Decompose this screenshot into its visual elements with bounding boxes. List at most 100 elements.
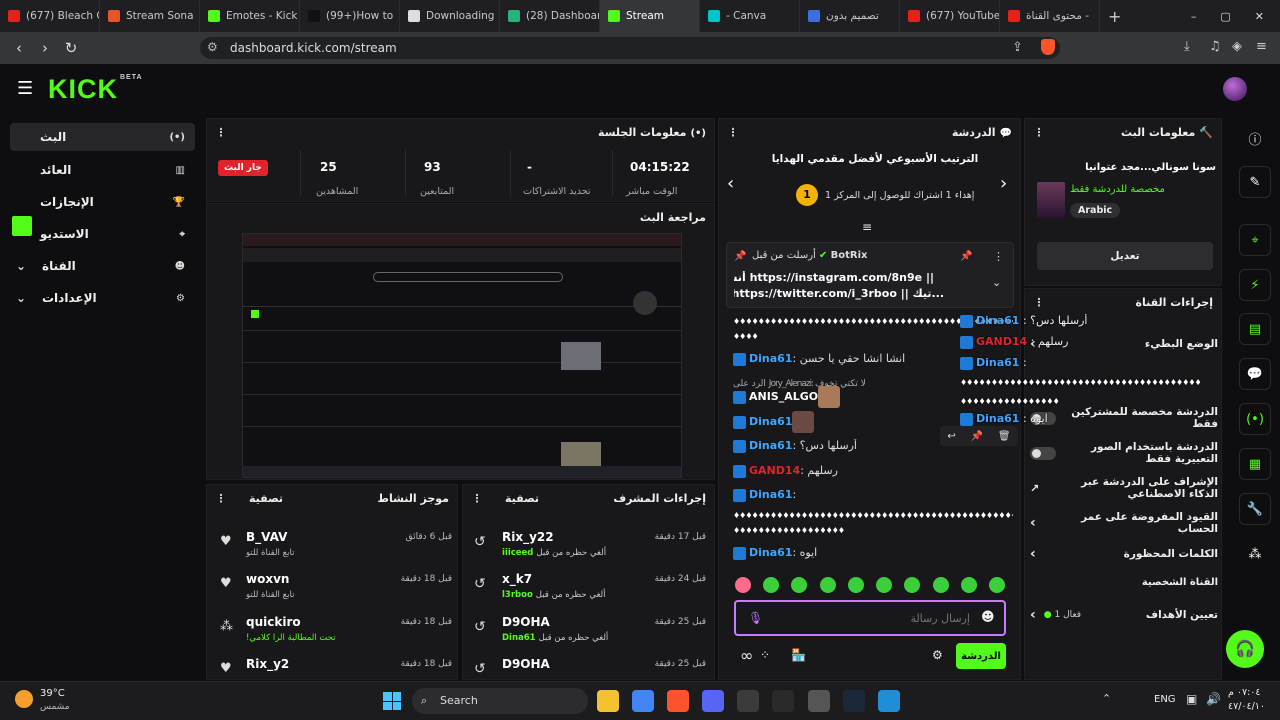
more-icon[interactable]: ⋮ bbox=[215, 492, 227, 505]
browser-tab[interactable]: (677) Bleach O bbox=[0, 0, 100, 32]
emote-icon[interactable] bbox=[735, 577, 751, 593]
new-tab-icon[interactable]: + bbox=[1108, 7, 1121, 26]
mod-actor[interactable]: iiiceed bbox=[502, 548, 533, 558]
sidebar-item[interactable]: البث (•) bbox=[10, 123, 195, 151]
chat-message[interactable]: Dina61: bbox=[733, 488, 1013, 502]
chat-username[interactable]: Dina61 bbox=[749, 415, 792, 428]
excel-icon[interactable] bbox=[737, 690, 759, 712]
activity-username[interactable]: woxvn bbox=[246, 572, 289, 586]
chevron-right-icon[interactable]: › bbox=[1000, 173, 1007, 194]
maximize-icon[interactable]: ▢ bbox=[1220, 10, 1230, 23]
clock-time[interactable]: ٠٧:٠٤ م bbox=[1228, 687, 1261, 698]
channel-setting-row[interactable]: الدردشة باستخدام الصور التعبيرية فقط bbox=[1030, 441, 1218, 465]
more-icon[interactable]: ⋮ bbox=[993, 250, 1004, 263]
chat-username[interactable]: Dina61 bbox=[749, 546, 792, 559]
forward-icon[interactable]: › bbox=[32, 39, 58, 57]
emote-icon[interactable] bbox=[932, 577, 949, 593]
volume-icon[interactable]: 🔊 bbox=[1206, 692, 1221, 706]
mod-actor[interactable]: l3rboo bbox=[502, 590, 533, 600]
browser-tab[interactable]: تصميم بدون bbox=[800, 0, 900, 32]
mod-actor[interactable]: Dina61 bbox=[502, 633, 536, 643]
url-input[interactable]: dashboard.kick.com/stream bbox=[200, 37, 1060, 59]
sidebar-item[interactable]: العائد ▥ bbox=[10, 156, 195, 184]
mod-target-username[interactable]: D9OHA bbox=[502, 657, 550, 671]
help-button[interactable]: 🎧 bbox=[1226, 630, 1264, 668]
browser-tab[interactable]: (99+)How to bbox=[300, 0, 400, 32]
chat-message[interactable]: ♦♦♦♦♦♦♦♦♦♦♦♦♦♦♦♦♦♦ bbox=[733, 523, 1013, 536]
activity-filter-button[interactable]: تصفية bbox=[249, 492, 283, 505]
browser-tab[interactable]: (677) YouTube bbox=[900, 0, 1000, 32]
close-icon[interactable]: ✕ bbox=[1255, 10, 1264, 23]
windows-start-icon[interactable] bbox=[383, 692, 401, 710]
more-icon[interactable]: ⋮ bbox=[215, 126, 227, 139]
hamburger-icon[interactable]: ☰ bbox=[17, 78, 33, 99]
wrench-icon[interactable]: 🔧 bbox=[1239, 493, 1271, 525]
mod-action-item[interactable]: ↺ D9OHA Dina61 ألغي حظره من قبل قبل 25 دقيقة bbox=[474, 613, 710, 651]
chat-send-button[interactable]: الدردشة bbox=[956, 643, 1006, 669]
pin-icon[interactable]: 📌 bbox=[971, 431, 983, 442]
network-icon[interactable]: ▣ bbox=[1186, 692, 1197, 706]
channel-setting-row[interactable]: القيود المفروضة على عمر الحساب › bbox=[1030, 511, 1218, 535]
channel-setting-row[interactable]: الكلمات المحظورة › bbox=[1030, 546, 1218, 562]
minimize-icon[interactable]: – bbox=[1191, 10, 1197, 23]
mod-target-username[interactable]: x_k7 bbox=[502, 572, 532, 586]
emote-icon[interactable] bbox=[819, 577, 836, 593]
browser-tab[interactable]: Stream bbox=[600, 0, 700, 32]
mod-target-username[interactable]: D9OHA bbox=[502, 615, 550, 629]
chrome-icon[interactable] bbox=[632, 690, 654, 712]
browser-tab[interactable]: (28) Dashboar bbox=[500, 0, 600, 32]
steam-icon[interactable] bbox=[843, 690, 865, 712]
mod-action-item[interactable]: ↺ x_k7 l3rboo ألغي حظره من قبل قبل 24 دقيقة bbox=[474, 570, 710, 608]
activity-item[interactable]: ♥ B_VAV تابع القناة للتو قبل 6 دقائق bbox=[220, 528, 456, 566]
back-icon[interactable]: ‹ bbox=[6, 39, 32, 57]
nodes-icon[interactable]: ⁂ bbox=[1239, 538, 1271, 570]
infinity-icon[interactable]: ∞ bbox=[740, 646, 753, 665]
bolt-icon[interactable]: ⚡ bbox=[1239, 269, 1271, 301]
kick-logo[interactable]: KICK BETA bbox=[48, 74, 143, 105]
sidebar-item[interactable]: الاستديو ⌖ bbox=[10, 220, 195, 248]
file-explorer-icon[interactable] bbox=[597, 690, 619, 712]
activity-username[interactable]: Rix_y2 bbox=[246, 657, 289, 671]
channel-setting-row[interactable]: الإشراف على الدردشة عبر الذكاء الاصطناعي… bbox=[1030, 476, 1218, 500]
setting-toggle[interactable] bbox=[1030, 446, 1056, 460]
discord-icon[interactable] bbox=[702, 690, 724, 712]
activity-username[interactable]: B_VAV bbox=[246, 530, 287, 544]
chat-message[interactable]: Dina61: ايوه bbox=[733, 546, 1013, 560]
chat-username[interactable]: Dina61 bbox=[749, 488, 792, 501]
site-info-icon[interactable]: ⚙ bbox=[207, 40, 218, 54]
pencil-icon[interactable]: ✎ bbox=[1239, 166, 1271, 198]
brave-icon[interactable] bbox=[667, 690, 689, 712]
mod-target-username[interactable]: Rix_y22 bbox=[502, 530, 554, 544]
browser-tab[interactable]: Emotes - Kick bbox=[200, 0, 300, 32]
mod-filter-button[interactable]: تصفية bbox=[505, 492, 539, 505]
chevron-down-icon[interactable]: ⌄ bbox=[992, 276, 1001, 289]
chat-message[interactable]: ♦♦♦♦♦♦♦♦♦♦♦♦♦♦♦♦♦♦♦♦♦♦♦♦♦♦♦♦♦♦♦♦♦♦♦♦♦♦♦♦… bbox=[733, 508, 1013, 521]
broadcast-icon[interactable]: (•) bbox=[1239, 403, 1271, 435]
media-icon[interactable]: ♫ bbox=[1209, 39, 1221, 54]
category-label[interactable]: مخصصة للدردشة فقط bbox=[1070, 184, 1165, 195]
more-icon[interactable]: ⋮ bbox=[471, 492, 483, 505]
capcut-icon[interactable] bbox=[772, 690, 794, 712]
chat-username[interactable]: ANIS_ALGO bbox=[749, 390, 818, 403]
grid-icon[interactable]: ⁘ bbox=[760, 648, 770, 662]
vpn-icon[interactable]: ◈ bbox=[1232, 39, 1242, 54]
more-icon[interactable]: ⋮ bbox=[1033, 126, 1045, 139]
language-indicator[interactable]: ENG bbox=[1154, 694, 1176, 705]
share-icon[interactable]: ⇪ bbox=[1012, 40, 1023, 55]
clipboard-icon[interactable]: ▤ bbox=[1239, 313, 1271, 345]
chat-input[interactable] bbox=[770, 609, 970, 627]
emote-icon[interactable] bbox=[876, 577, 893, 593]
trash-icon[interactable]: 🗑 bbox=[998, 431, 1011, 442]
mod-action-item[interactable]: ↺ Rix_y22 iiiceed ألغي حظره من قبل قبل 17 دق… bbox=[474, 528, 710, 566]
emote-icon[interactable] bbox=[791, 577, 808, 593]
layout-icon[interactable]: ▦ bbox=[1239, 448, 1271, 480]
chevron-up-icon[interactable]: ⌃ bbox=[1102, 692, 1111, 705]
chevron-left-icon[interactable]: ‹ bbox=[727, 173, 734, 194]
reply-icon[interactable]: ↩ bbox=[947, 431, 955, 442]
reload-icon[interactable]: ↻ bbox=[58, 39, 84, 57]
collapse-icon[interactable]: ≡ bbox=[862, 220, 872, 234]
emote-icon[interactable] bbox=[763, 577, 780, 593]
screen-capture-icon[interactable]: ⌖ bbox=[1239, 224, 1271, 256]
settings-icon[interactable]: ⚙ bbox=[932, 648, 943, 662]
chat-username[interactable]: Dina61 bbox=[749, 352, 792, 365]
